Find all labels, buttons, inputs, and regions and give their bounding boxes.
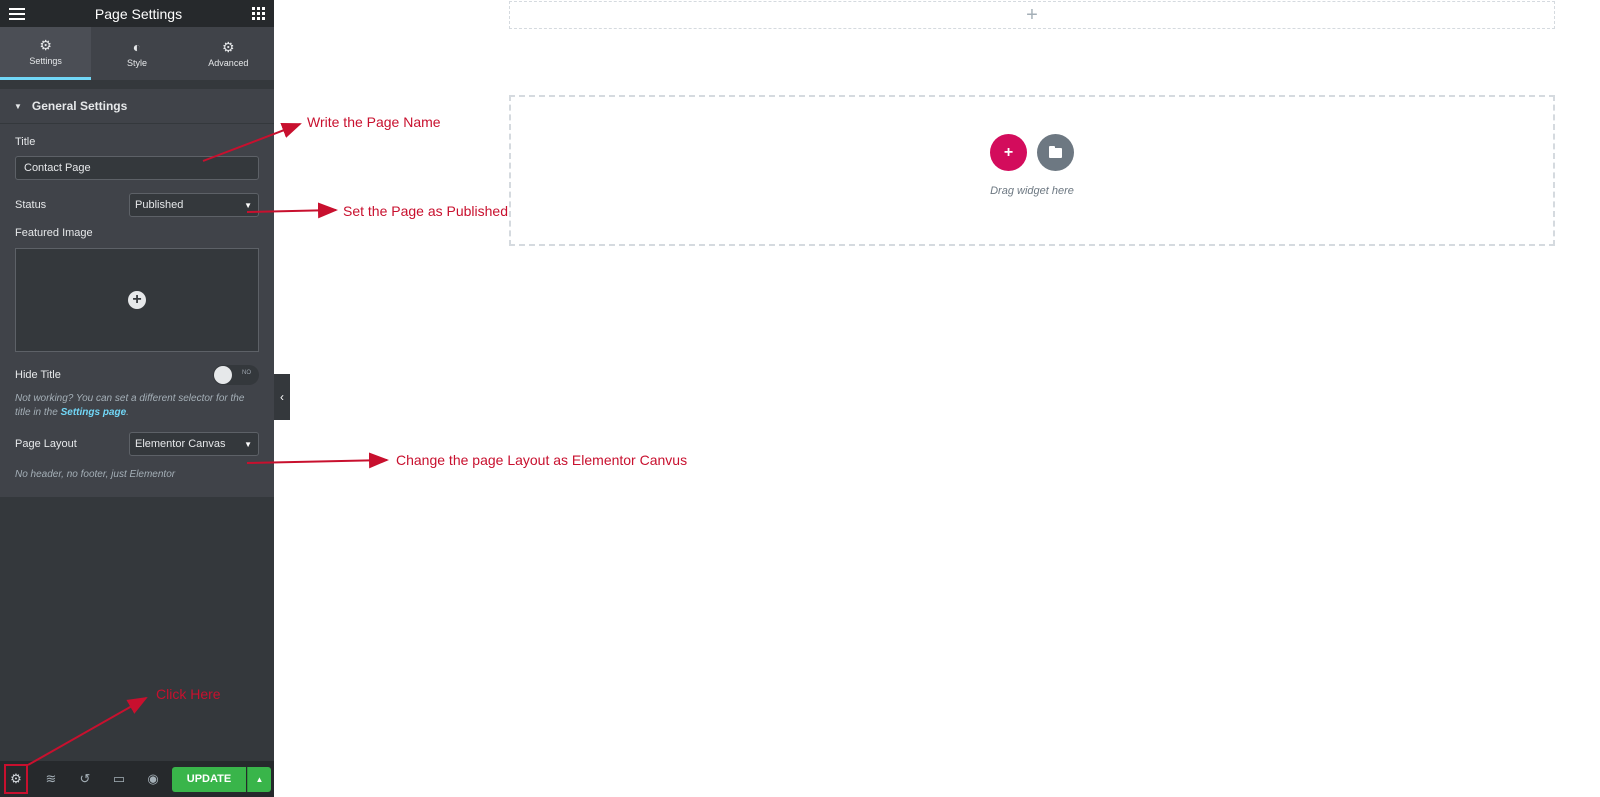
- title-label: Title: [15, 136, 36, 148]
- caret-down-icon: ▼: [244, 439, 252, 449]
- gear-icon: ⚙: [39, 37, 52, 53]
- grid-icon[interactable]: [251, 7, 265, 20]
- section-title: General Settings: [31, 99, 128, 113]
- status-value: Published: [135, 199, 184, 211]
- note-suffix: .: [126, 407, 129, 418]
- history-icon: ↺: [79, 771, 91, 786]
- responsive-button[interactable]: ▭: [102, 765, 136, 793]
- panel-header: Page Settings: [0, 0, 274, 27]
- note-text: Not working? You can set a different sel…: [15, 393, 245, 418]
- caret-up-icon: ▲: [255, 774, 264, 784]
- general-settings-section: ▼ General Settings Title Contact Page St…: [0, 89, 274, 497]
- layers-icon: ≋: [45, 771, 57, 786]
- panel-title: Page Settings: [94, 5, 183, 22]
- tab-label: Style: [126, 57, 147, 68]
- annotation-published: Set the Page as Published: [343, 203, 509, 219]
- page-layout-description: No header, no footer, just Elementor: [15, 469, 176, 480]
- tab-label: Settings: [29, 56, 62, 66]
- contrast-icon: ◐: [132, 38, 142, 55]
- featured-image-picker[interactable]: +: [15, 248, 259, 352]
- tab-advanced[interactable]: ⚙ Advanced: [183, 27, 274, 80]
- history-button[interactable]: ↺: [68, 765, 102, 793]
- collapse-panel-button[interactable]: ‹: [274, 374, 290, 420]
- caret-down-icon: ▼: [244, 200, 252, 210]
- hide-title-toggle[interactable]: NO: [213, 365, 259, 385]
- update-button[interactable]: UPDATE: [172, 766, 246, 792]
- add-section-button[interactable]: +: [990, 134, 1027, 171]
- plus-icon: +: [1026, 3, 1038, 26]
- section-toggle[interactable]: ▼ General Settings: [0, 89, 274, 124]
- caret-down-icon: ▼: [14, 101, 22, 111]
- update-options-button[interactable]: ▲: [247, 766, 271, 792]
- gear-icon: ⚙: [222, 38, 235, 55]
- page-layout-label: Page Layout: [15, 438, 77, 450]
- hide-title-label: Hide Title: [15, 369, 61, 381]
- add-template-button[interactable]: [1037, 134, 1074, 171]
- hamburger-icon[interactable]: [9, 7, 25, 20]
- page-layout-value: Elementor Canvas: [135, 438, 226, 450]
- page-layout-select[interactable]: Elementor Canvas ▼: [129, 432, 259, 456]
- panel-footer: ⚙ ≋ ↺ ▭ ◉ UPDATE ▲: [0, 761, 274, 797]
- settings-page-link[interactable]: Settings page: [61, 407, 127, 418]
- add-circle-icon: +: [128, 291, 146, 309]
- title-input[interactable]: Contact Page: [15, 156, 259, 180]
- panel-tabs: ⚙ Settings ◐ Style ⚙ Advanced: [0, 27, 274, 80]
- add-section-zone[interactable]: +: [509, 1, 1555, 29]
- annotation-layout: Change the page Layout as Elementor Canv…: [396, 452, 688, 468]
- folder-icon: [1049, 145, 1062, 158]
- desktop-icon: ▭: [112, 771, 126, 786]
- tab-label: Advanced: [208, 57, 249, 68]
- tab-style[interactable]: ◐ Style: [91, 27, 182, 80]
- eye-icon: ◉: [147, 771, 159, 786]
- status-select[interactable]: Published ▼: [129, 193, 259, 217]
- featured-image-label: Featured Image: [15, 227, 93, 239]
- annotation-page-name: Write the Page Name: [307, 114, 441, 130]
- gear-icon: ⚙: [10, 771, 22, 786]
- drop-zone-text: Drag widget here: [990, 185, 1074, 197]
- preview-button[interactable]: ◉: [136, 765, 170, 793]
- tab-settings[interactable]: ⚙ Settings: [0, 27, 92, 80]
- plus-icon: +: [1003, 143, 1014, 161]
- status-label: Status: [15, 199, 47, 211]
- hide-title-note: Not working? You can set a different sel…: [0, 392, 274, 420]
- settings-button[interactable]: ⚙: [4, 764, 28, 794]
- page-settings-panel: Page Settings ⚙ Settings ◐ Style ⚙ Advan…: [0, 0, 274, 797]
- widget-drop-zone[interactable]: + Drag widget here: [509, 95, 1555, 246]
- navigator-button[interactable]: ≋: [34, 765, 68, 793]
- annotation-click: Click Here: [156, 686, 221, 702]
- toggle-state: NO: [242, 370, 251, 376]
- chevron-left-icon: ‹: [280, 390, 284, 404]
